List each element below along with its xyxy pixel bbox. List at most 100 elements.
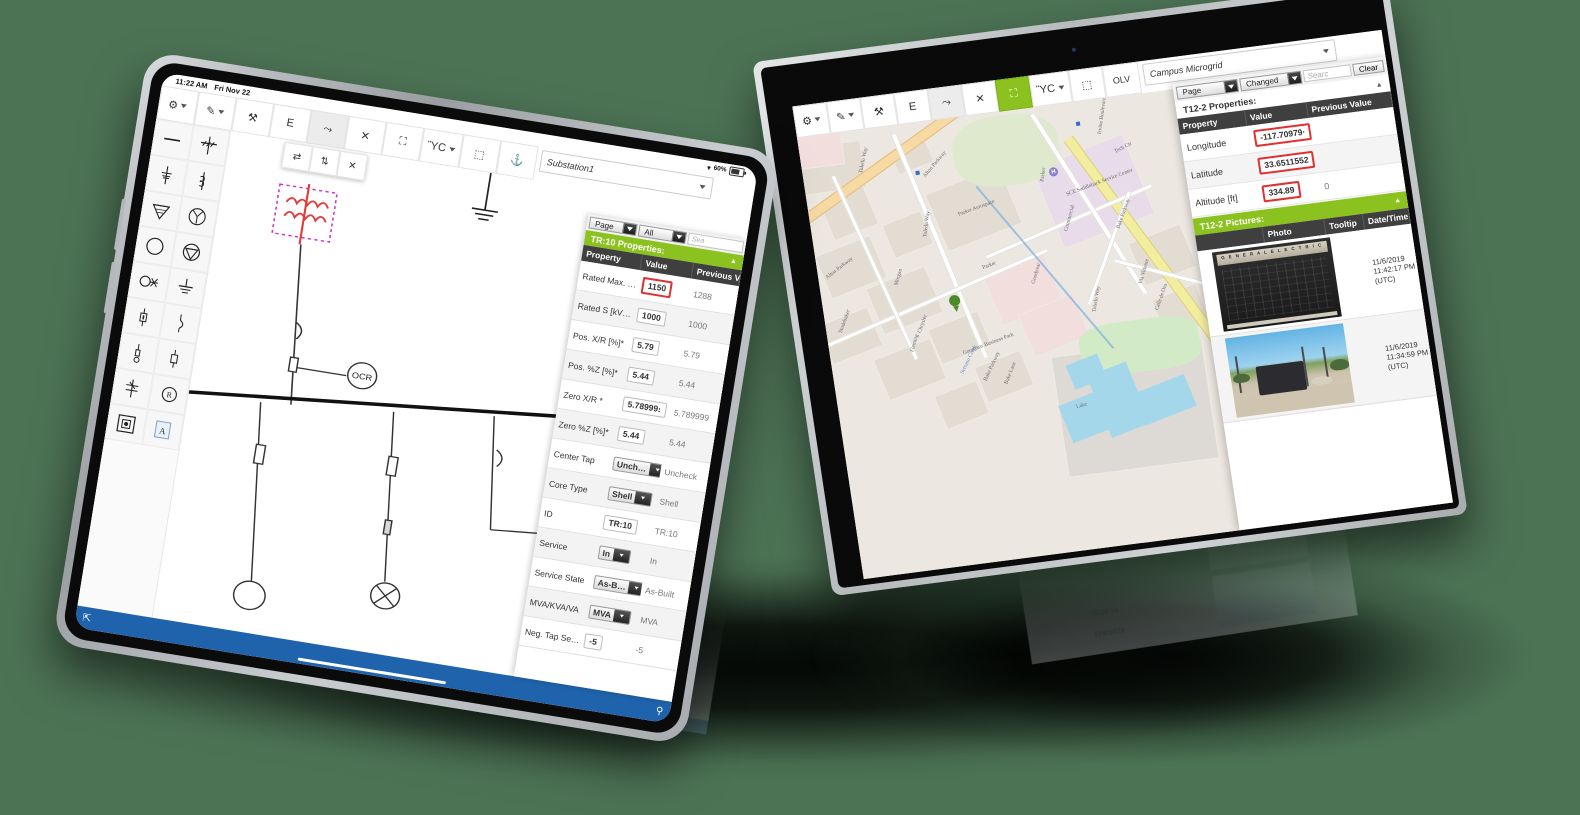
annotation-symbol-glyph: A [150, 417, 175, 442]
value-input[interactable]: 5.44 [626, 367, 655, 386]
previous-value: 5.789999 [673, 407, 710, 423]
document-icon[interactable]: ὜E [893, 89, 932, 125]
battery-label: 60% [713, 165, 727, 174]
image-icon[interactable]: ὛC [1028, 71, 1072, 108]
webcam-icon [1072, 47, 1077, 51]
switch-symbol-glyph [136, 269, 161, 294]
ground-symbol[interactable] [165, 267, 208, 309]
busbar-symbol[interactable] [188, 125, 231, 167]
switch-symbol[interactable] [128, 261, 171, 303]
pictures-rows: G E N E R A L E L E C T R I C 11/6/2019 1… [1198, 224, 1437, 424]
value-input[interactable]: 1150 [641, 277, 674, 298]
scope-select-label: Page [594, 219, 614, 231]
pencil-edit-icon: ✎ [835, 109, 846, 123]
capacitor-symbol[interactable] [122, 297, 165, 339]
wifi-icon: ▾ [707, 163, 712, 171]
tools-icon[interactable]: ⚒ [860, 93, 899, 129]
value-input[interactable]: -5 [583, 633, 603, 650]
value-input[interactable]: 33.6511552 [1257, 151, 1315, 175]
value-input[interactable]: -117.70979· [1253, 123, 1312, 147]
meter-symbol-glyph [113, 411, 138, 436]
meter-symbol[interactable] [104, 403, 147, 445]
previous-value-cell: -5 [629, 634, 681, 670]
fuse-branch-1 [228, 402, 296, 612]
settings-gear-icon: ⚙ [167, 97, 179, 111]
collapse-caret-icon[interactable]: ▲ [1375, 81, 1383, 89]
wye-winding-symbol[interactable] [176, 196, 219, 238]
expand-arrows-icon[interactable]: ⇱ [82, 612, 92, 624]
value-input[interactable]: TR:10 [602, 515, 638, 535]
photo-tree [1233, 373, 1251, 385]
generator-symbol[interactable] [133, 225, 176, 267]
map-marker-dot[interactable] [915, 171, 920, 175]
reactor-symbol[interactable] [182, 160, 225, 202]
map-marker-dot[interactable] [1076, 122, 1081, 126]
ipad-screen: 11:22 AM Fri Nov 22 ▾ 60% ⚙ ✎ ⚒ ὜E ⤳ ✕ ⛶ ὛC ⬚ ⚓ Su… [74, 72, 758, 723]
surge-arrester-symbol[interactable] [116, 332, 159, 374]
cable-symbol[interactable] [110, 368, 153, 410]
value-input[interactable]: 334.89 [1261, 181, 1301, 202]
previous-value: Uncheck [664, 466, 698, 481]
project-select-label: Campus Microgrid [1149, 60, 1223, 79]
map-label: Irvine Boulevard [1097, 97, 1108, 135]
delta-winding-symbol-glyph [148, 198, 173, 223]
project-select-label: Substation1 [546, 157, 595, 174]
fuse-symbol[interactable] [145, 154, 188, 196]
value-select[interactable]: In [598, 545, 631, 564]
left-work-area: R A ⇄ ⇅ ✕ OCR Page All Sea TR:10 Properti… [77, 119, 750, 702]
pencil-edit-icon[interactable]: ✎ [826, 98, 865, 134]
reactor-symbol-glyph [191, 169, 216, 194]
clear-button[interactable]: Clear [1352, 60, 1385, 76]
chevron-down-icon [848, 113, 855, 118]
chevron-down-icon [1287, 72, 1302, 85]
previous-value: 1000 [688, 318, 708, 331]
nameplate-grid [1222, 256, 1334, 322]
route-path-icon[interactable]: ⤳ [927, 85, 966, 121]
delta-winding-symbol[interactable] [139, 190, 182, 232]
one-line-diagram-canvas[interactable]: ⇄ ⇅ ✕ OCR Page All Sea TR:10 Properties:… [151, 131, 750, 702]
photo-cell[interactable] [1222, 320, 1357, 421]
general-electric-nameplate-photo[interactable]: G E N E R A L E L E C T R I C [1212, 237, 1342, 331]
chevron-down-icon [448, 147, 455, 152]
previous-value: -5 [635, 644, 644, 655]
olv-button[interactable]: OLV [1101, 62, 1141, 98]
inductor-symbol[interactable] [159, 303, 202, 345]
mirror-vertical-icon[interactable]: ⇅ [309, 146, 341, 176]
fit-to-screen-icon[interactable]: ⛶ [995, 76, 1034, 112]
marquee-select-icon[interactable]: ⬚ [1068, 66, 1107, 102]
annotation-symbol[interactable]: A [142, 409, 185, 451]
image-icon: ὛC [1036, 83, 1056, 97]
motor-symbol-glyph [179, 240, 204, 265]
close-x-icon[interactable]: ✕ [336, 151, 368, 181]
substation-transformer-photo[interactable] [1225, 323, 1355, 417]
line-symbol[interactable] [151, 119, 194, 161]
mirror-horizontal-icon[interactable]: ⇄ [281, 142, 313, 172]
value-select[interactable]: Shell [607, 486, 653, 507]
wye-winding-symbol-glyph [185, 204, 210, 229]
motor-symbol[interactable] [170, 231, 213, 273]
marquee-select-icon: ⬚ [1081, 77, 1093, 91]
value-input[interactable]: 5.44 [617, 426, 646, 445]
value-input[interactable]: 1000 [636, 308, 667, 327]
value-select[interactable]: Unch… [612, 456, 663, 478]
value-input[interactable]: 5.79 [631, 337, 660, 356]
value-select[interactable]: MVA [588, 604, 632, 625]
relay-symbol-glyph: R [156, 382, 181, 407]
value-select[interactable]: As-B… [593, 574, 644, 596]
disconnect-symbol[interactable] [153, 338, 196, 380]
svg-text:R: R [166, 390, 173, 400]
collapse-caret-icon[interactable]: ▲ [729, 257, 737, 265]
settings-gear-icon[interactable]: ⚙ [792, 102, 831, 138]
value-input[interactable]: 5.78999։ [622, 396, 667, 417]
surface-screen: ⚙ ✎ ⚒ ὜E ⤳✕⛶ὛC ⬚ OLV Campus Microgrid [792, 30, 1453, 579]
photo-tree [1329, 358, 1350, 372]
collapse-caret-icon[interactable]: ▲ [1394, 197, 1402, 205]
chevron-down-icon [634, 491, 652, 505]
photo-cell[interactable]: G E N E R A L E L E C T R I C [1209, 234, 1344, 335]
search-icon[interactable]: ⚲ [655, 705, 664, 717]
relay-symbol[interactable]: R [147, 374, 190, 416]
asset-location-pin[interactable] [948, 294, 961, 310]
cable-symbol-glyph [119, 376, 144, 401]
close-x-icon[interactable]: ✕ [961, 80, 1000, 116]
document-icon: ὜E [908, 101, 917, 114]
